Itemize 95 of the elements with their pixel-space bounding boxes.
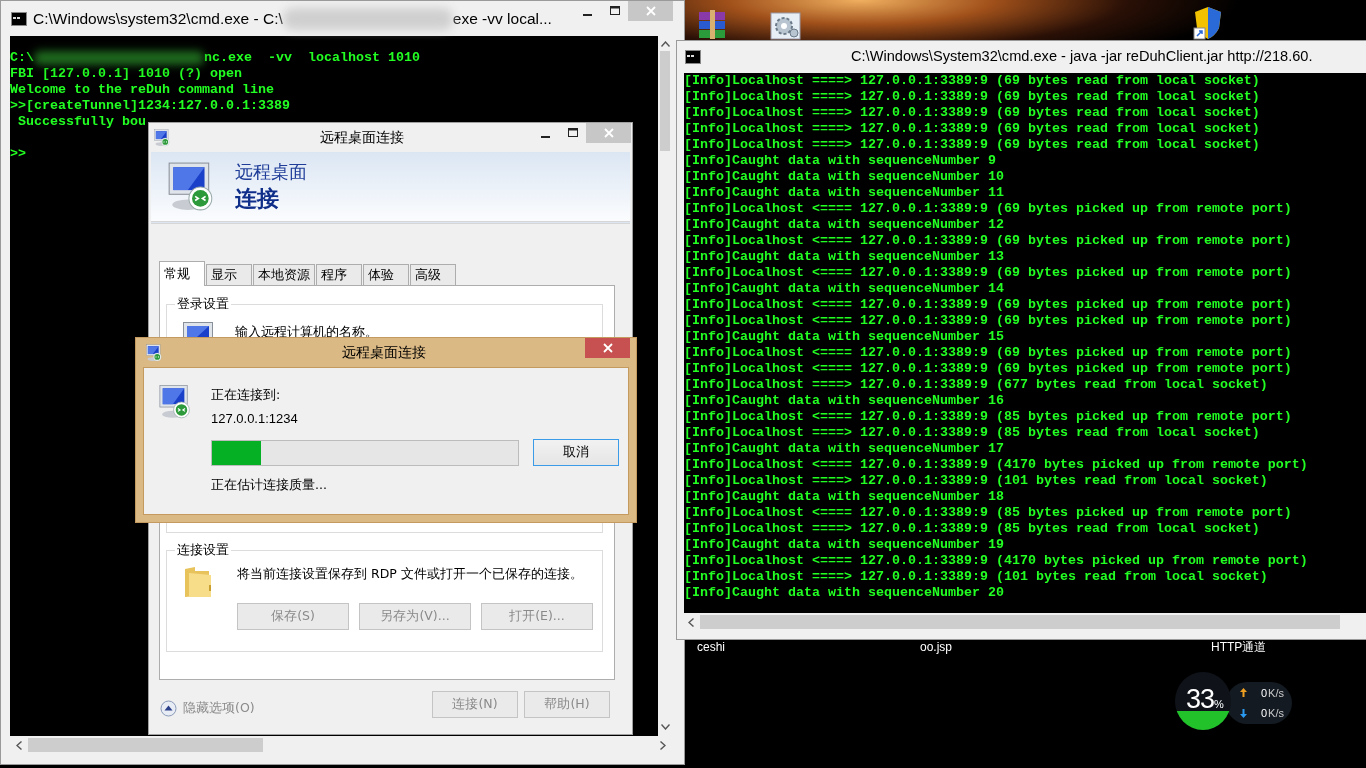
status-label: 正在连接到: [211, 386, 282, 404]
close-button[interactable] [585, 338, 630, 358]
down-arrow-icon [1240, 708, 1247, 718]
console-line: [Info]Localhost <==== 127.0.0.1:3389:9 (4170 bytes picked up from remote port) [684, 553, 1308, 569]
console-line: [Info]Localhost <==== 127.0.0.1:3389:9 (69 bytes picked up from remote port) [684, 297, 1292, 313]
speed-unit: K/s [1268, 706, 1284, 721]
close-icon [645, 6, 656, 16]
window-title: 远程桌面连接 [341, 343, 427, 362]
shield-icon [1193, 6, 1223, 40]
window-title: exe -vv local... [452, 8, 552, 29]
instruction-text: 将当前连接设置保存到 RDP 文件或打开一个已保存的连接。 [237, 565, 584, 583]
console-line: [Info]Localhost <==== 127.0.0.1:3389:9 (69 bytes picked up from remote port) [684, 313, 1292, 329]
console-line: [Info]Localhost ====> 127.0.0.1:3389:9 (69 bytes read from local socket) [684, 89, 1260, 105]
collapse-icon [160, 700, 177, 717]
speed-value: 0 [1260, 685, 1268, 701]
tab[interactable]: 常规 [159, 261, 205, 286]
console-line: [Info]Localhost ====> 127.0.0.1:3389:9 (101 bytes read from local socket) [684, 473, 1268, 489]
tab[interactable]: 程序 [316, 264, 362, 285]
console-line: [Info]Localhost <==== 127.0.0.1:3389:9 (85 bytes picked up from remote port) [684, 409, 1292, 425]
banner-title: 远程桌面 [235, 159, 307, 184]
up-arrow-icon [1240, 688, 1247, 698]
banner-title: 连接 [235, 184, 280, 213]
console-icon [11, 11, 27, 26]
monitor-icon [183, 322, 213, 337]
console-line: [Info]Localhost ====> 127.0.0.1:3389:9 (69 bytes read from local socket) [684, 105, 1260, 121]
speed-unit: K/s [1268, 685, 1284, 701]
tab[interactable]: 本地资源 [253, 264, 315, 285]
tab[interactable]: 体验 [363, 264, 409, 285]
console-line: [Info]Caught data with sequenceNumber 13 [684, 249, 1004, 265]
console-line: [Info]Caught data with sequenceNumber 12 [684, 217, 1004, 233]
console-line: [Info]Caught data with sequenceNumber 9 [684, 153, 996, 169]
console-line: [Info]Localhost <==== 127.0.0.1:3389:9 (69 bytes picked up from remote port) [684, 361, 1292, 377]
cancel-button[interactable]: 取消 [533, 439, 619, 467]
console-line: [Info]Localhost <==== 127.0.0.1:3389:9 (85 bytes picked up from remote port) [684, 505, 1292, 521]
usage-percent: 33 [1186, 684, 1215, 714]
minimize-icon [583, 13, 592, 16]
scrollbar-thumb[interactable] [28, 738, 263, 752]
console-line: [Info]Localhost ====> 127.0.0.1:3389:9 (69 bytes read from local socket) [684, 137, 1260, 153]
minimize-icon [541, 135, 550, 138]
console-line: [Info]Localhost <==== 127.0.0.1:3389:9 (69 bytes picked up from remote port) [684, 201, 1292, 217]
console-line: [Info]Localhost ====> 127.0.0.1:3389:9 (69 bytes read from local socket) [684, 121, 1260, 137]
maximize-icon [567, 128, 578, 138]
console-line: [Info]Caught data with sequenceNumber 10 [684, 169, 1004, 185]
console-line: [Info]Caught data with sequenceNumber 11 [684, 185, 1004, 201]
scrollbar-thumb[interactable] [700, 615, 1340, 629]
console-line: [Info]Caught data with sequenceNumber 19 [684, 537, 1004, 553]
scroll-left-icon [688, 617, 694, 627]
console-line: [Info]Localhost ====> 127.0.0.1:3389:9 (677 bytes read from local socket) [684, 377, 1268, 393]
remote-desktop-icon [157, 384, 193, 420]
remote-desktop-icon [145, 343, 163, 362]
desktop-icon-label[interactable]: ceshi [697, 638, 725, 656]
group-title: 连接设置 [175, 542, 231, 558]
close-icon [603, 128, 614, 138]
console-line: [Info]Caught data with sequenceNumber 15 [684, 329, 1004, 345]
scroll-up-icon [660, 41, 670, 47]
window-title: 远程桌面连接 [318, 128, 405, 147]
tab[interactable]: 显示 [206, 264, 252, 285]
console-line: [Info]Localhost <==== 127.0.0.1:3389:9 (69 bytes picked up from remote port) [684, 233, 1292, 249]
close-icon [602, 343, 613, 353]
percent-sign: % [1214, 698, 1224, 712]
maximize-icon [609, 6, 620, 16]
console-line: [Info]Localhost ====> 127.0.0.1:3389:9 (85 bytes read from local socket) [684, 425, 1260, 441]
console-line: >> [10, 146, 26, 162]
tab[interactable]: 高级 [410, 264, 456, 285]
console-line: Successfully bou [17, 114, 146, 130]
console-line: [Info]Caught data with sequenceNumber 16 [684, 393, 1004, 409]
console-line: [Info]Localhost <==== 127.0.0.1:3389:9 (69 bytes picked up from remote port) [684, 345, 1292, 361]
status-text: 正在估计连接质量... [211, 476, 328, 495]
scroll-right-icon [660, 740, 666, 750]
desktop-icon-label[interactable]: HTTP通道 [1211, 638, 1267, 656]
console-line: FBI [127.0.0.1] 1010 (?) open [10, 66, 242, 82]
console-line: Welcome to the reDuh command line [10, 82, 274, 98]
console-line: [Info]Caught data with sequenceNumber 14 [684, 281, 1004, 297]
console-line: [Info]Localhost <==== 127.0.0.1:3389:9 (4170 bytes picked up from remote port) [684, 457, 1308, 473]
remote-desktop-icon [153, 128, 171, 147]
window-title: C:\Windows\System32\cmd.exe - java -jar reDuhClient.jar http://218.60. [851, 47, 1313, 67]
window-title: C:\Windows\system32\cmd.exe - C:\ [33, 8, 283, 29]
console-line: [Info]Localhost ====> 127.0.0.1:3389:9 (69 bytes read from local socket) [684, 73, 1260, 89]
scrollbar-thumb[interactable] [660, 51, 670, 151]
console-line: nc.exe -vv localhost 1010 [204, 50, 420, 66]
console-line: C:\ [10, 50, 34, 66]
address-text: 127.0.0.1:1234 [211, 409, 299, 428]
scroll-left-icon [16, 740, 22, 750]
console-line: [Info]Caught data with sequenceNumber 17 [684, 441, 1004, 457]
console-line: >>[createTunnel]1234:127.0.0.1:3389 [10, 98, 290, 114]
console-line: [Info]Localhost <==== 127.0.0.1:3389:9 (69 bytes picked up from remote port) [684, 265, 1292, 281]
console-line: [Info]Caught data with sequenceNumber 18 [684, 489, 1004, 505]
console-line: [Info]Localhost ====> 127.0.0.1:3389:9 (85 bytes read from local socket) [684, 521, 1260, 537]
console-line: [Info]Caught data with sequenceNumber 20 [684, 585, 1004, 601]
speed-value: 0 [1260, 706, 1268, 721]
group-title: 登录设置 [175, 296, 231, 312]
desktop-icon-label[interactable]: oo.jsp [920, 638, 953, 656]
console-line: [Info]Localhost ====> 127.0.0.1:3389:9 (101 bytes read from local socket) [684, 569, 1268, 585]
scroll-down-icon [660, 724, 670, 730]
console-icon [685, 50, 701, 64]
